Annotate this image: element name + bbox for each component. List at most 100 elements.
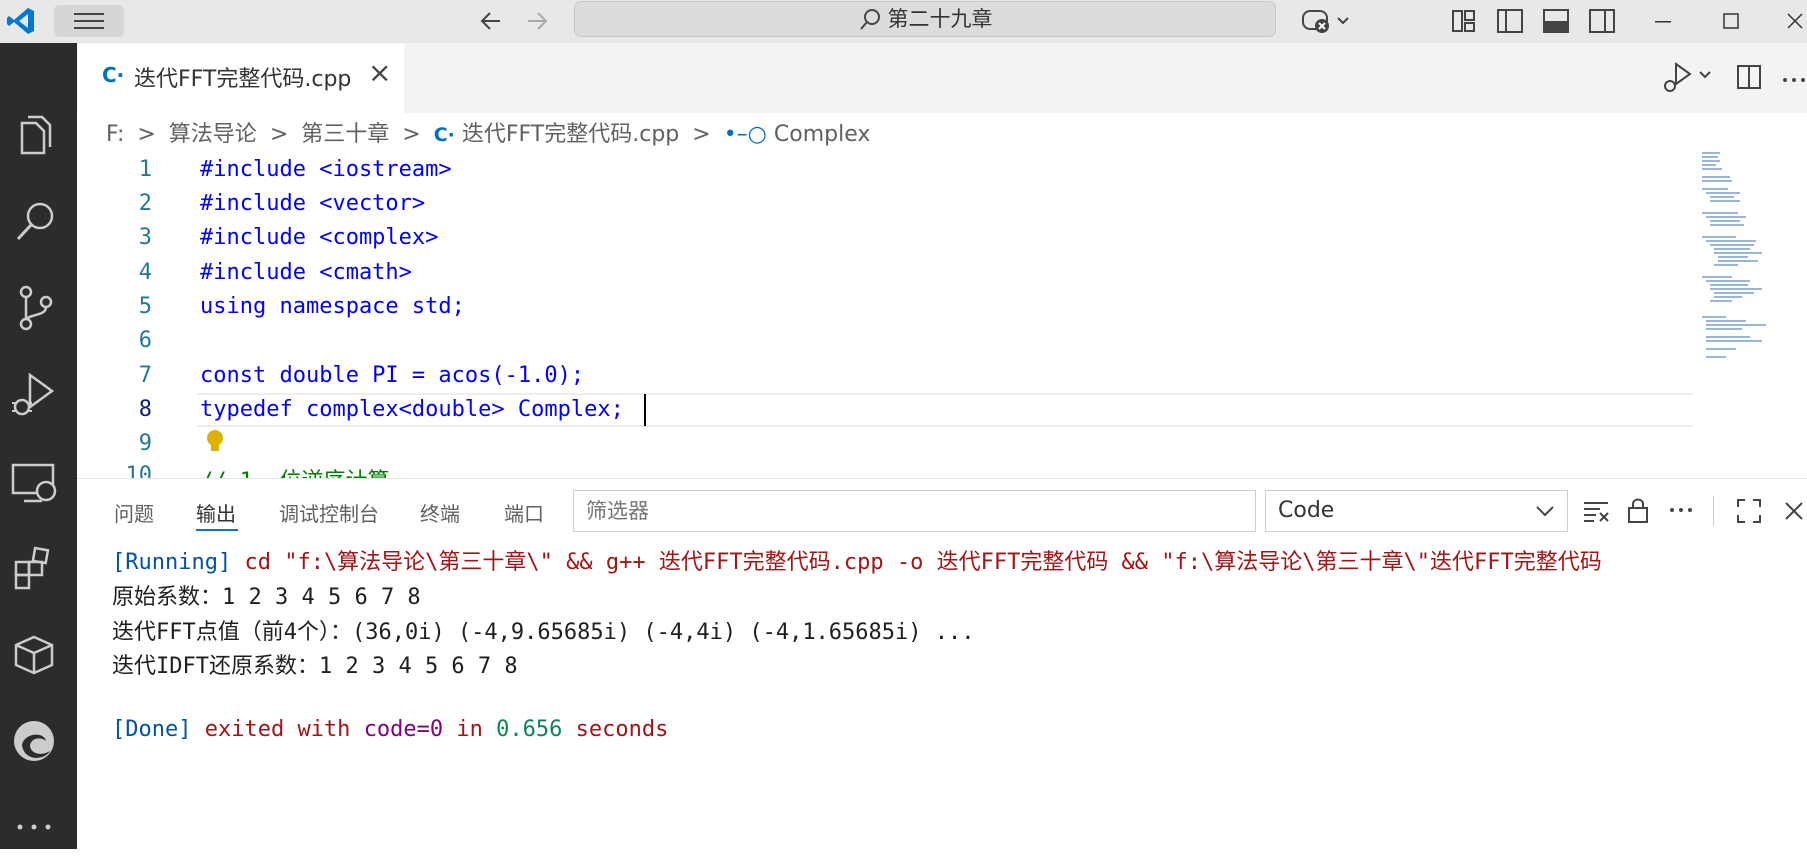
- done-text: exited with: [204, 717, 351, 742]
- back-arrow-icon[interactable]: [478, 8, 504, 34]
- symbol-class-icon: •–○: [723, 122, 767, 147]
- line-number-active: 8: [138, 397, 152, 422]
- containers-icon: [14, 635, 54, 675]
- more-icon: [17, 824, 51, 830]
- toggle-secondary-sidebar-icon[interactable]: [1588, 8, 1616, 34]
- output-filter-input[interactable]: 筛选器: [573, 490, 1256, 532]
- activity-run-debug[interactable]: [0, 365, 77, 425]
- panel-divider: [77, 478, 1807, 479]
- activity-extensions[interactable]: [0, 540, 77, 600]
- command-center-text: 第二十九章: [887, 7, 993, 31]
- activity-explorer[interactable]: [0, 105, 77, 165]
- minimize-icon[interactable]: [1652, 8, 1676, 34]
- line-number: 5: [138, 294, 152, 319]
- toolbar-divider: [1713, 496, 1714, 526]
- done-time: 0.656: [496, 717, 563, 742]
- breadcrumb-separator: >: [402, 122, 421, 147]
- output-line-done: [Done] exited with code=0 in 0.656 secon…: [112, 717, 668, 742]
- panel-tab-terminal[interactable]: 终端: [420, 498, 460, 527]
- split-editor-icon[interactable]: [1736, 64, 1764, 92]
- activity-bar: [0, 43, 77, 849]
- breadcrumb-separator: >: [137, 122, 156, 147]
- code-line: const double PI = acos(-1.0);: [200, 363, 585, 388]
- cpp-file-icon: C·: [433, 124, 455, 146]
- text-cursor: [644, 394, 646, 426]
- output-line-running: [Running] cd "f:\算法导论\第三十章\" && g++ 迭代FF…: [112, 544, 1602, 576]
- menu-icon: [74, 13, 104, 29]
- menu-button[interactable]: [54, 5, 124, 37]
- extensions-icon: [14, 546, 50, 590]
- line-number: 6: [138, 328, 152, 353]
- activity-source-control[interactable]: [0, 278, 77, 338]
- editor-tab[interactable]: C· 迭代FFT完整代码.cpp ×: [78, 44, 404, 113]
- maximize-icon[interactable]: [1720, 8, 1744, 34]
- code-line-partial: // 1. 位逆序计算: [200, 463, 389, 478]
- code-line: using namespace std;: [200, 294, 465, 319]
- toggle-panel-icon[interactable]: [1542, 8, 1570, 34]
- output-line: 原始系数：1 2 3 4 5 6 7 8: [112, 585, 421, 610]
- line-number: 4: [138, 260, 152, 285]
- lightbulb-icon[interactable]: [204, 428, 226, 456]
- code-line: #include <cmath>: [200, 260, 412, 285]
- output-channel-value: Code: [1278, 498, 1335, 523]
- breadcrumb-folder[interactable]: 第三十章: [301, 122, 389, 147]
- panel-tab-problems[interactable]: 问题: [114, 498, 154, 527]
- copilot-icon[interactable]: [1300, 6, 1356, 36]
- breadcrumb-folder[interactable]: 算法导论: [169, 122, 257, 147]
- activity-remote-explorer[interactable]: [0, 453, 77, 513]
- breadcrumb-file[interactable]: 迭代FFT完整代码.cpp: [462, 122, 679, 147]
- output-channel-select[interactable]: Code: [1265, 490, 1568, 532]
- breadcrumb-drive[interactable]: F:: [106, 122, 124, 147]
- more-actions-icon[interactable]: [1667, 498, 1695, 522]
- lock-icon[interactable]: [1626, 496, 1650, 524]
- tab-label: 迭代FFT完整代码.cpp: [134, 67, 352, 92]
- done-in: in: [456, 717, 483, 742]
- code-line: #include <complex>: [200, 225, 439, 250]
- editor-more-actions-icon[interactable]: [1780, 66, 1807, 90]
- line-number: 3: [138, 225, 152, 250]
- activity-more[interactable]: [0, 797, 77, 857]
- maximize-panel-icon[interactable]: [1735, 497, 1763, 525]
- output-line: 迭代FFT点值（前4个）：(36,0i) (-4,9.65685i) (-4,4…: [112, 620, 975, 645]
- done-exit-code: code=0: [363, 717, 444, 742]
- activity-containers[interactable]: [0, 625, 77, 685]
- command-center-search[interactable]: 第二十九章: [574, 1, 1276, 37]
- code-line: #include <iostream>: [200, 157, 452, 182]
- toggle-sidebar-icon[interactable]: [1496, 8, 1524, 34]
- chevron-down-icon: [1536, 506, 1554, 517]
- run-debug-icon: [12, 372, 55, 416]
- active-tab-indicator: [196, 529, 238, 531]
- search-icon: [16, 202, 54, 241]
- code-line: #include <vector>: [200, 191, 426, 216]
- line-number: 10: [125, 463, 153, 478]
- breadcrumb-separator: >: [269, 122, 289, 147]
- search-icon: [859, 9, 880, 30]
- breadcrumb-separator: >: [692, 122, 711, 147]
- line-number: 2: [138, 191, 152, 216]
- close-icon[interactable]: [1785, 8, 1807, 34]
- close-panel-icon[interactable]: [1782, 498, 1807, 524]
- vscode-logo-icon: [7, 8, 34, 34]
- explorer-icon: [20, 115, 52, 155]
- code-line: typedef complex<double> Complex;: [200, 397, 624, 422]
- activity-search[interactable]: [0, 191, 77, 251]
- source-control-icon: [19, 285, 53, 331]
- edge-icon: [14, 721, 54, 761]
- panel-tab-ports[interactable]: 端口: [504, 498, 544, 527]
- customize-layout-icon[interactable]: [1450, 8, 1478, 34]
- cpp-file-icon: C·: [102, 63, 125, 87]
- line-number: 7: [138, 363, 152, 388]
- line-number: 1: [138, 157, 152, 182]
- run-debug-file-icon[interactable]: [1662, 58, 1718, 98]
- forward-arrow-icon[interactable]: [524, 8, 550, 34]
- output-line: 迭代IDFT还原系数：1 2 3 4 5 6 7 8: [112, 654, 518, 679]
- tab-close-icon[interactable]: ×: [368, 56, 391, 89]
- title-bar: 第二十九章: [0, 0, 1807, 43]
- panel-tab-debug-console[interactable]: 调试控制台: [279, 498, 379, 527]
- activity-edge[interactable]: [0, 711, 77, 771]
- breadcrumb-symbol[interactable]: Complex: [774, 122, 871, 147]
- done-tag: [Done]: [112, 717, 192, 742]
- panel-tab-output[interactable]: 输出: [196, 498, 236, 527]
- minimap[interactable]: [1700, 152, 1780, 392]
- clear-output-icon[interactable]: [1582, 497, 1610, 525]
